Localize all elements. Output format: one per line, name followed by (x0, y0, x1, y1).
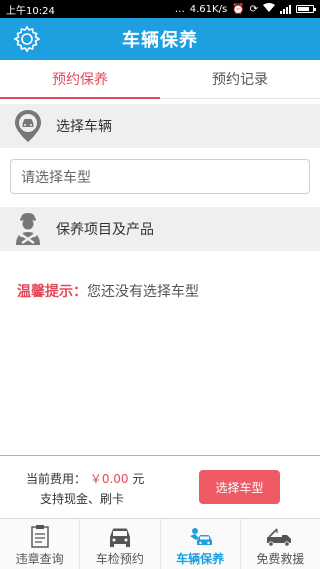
status-time: 上午10:24 (6, 5, 55, 17)
nav-item-violation-query[interactable]: 违章查询 (0, 519, 81, 569)
tab-book-maintenance[interactable]: 预约保养 (0, 60, 160, 99)
tab-bar: 预约保养 预约记录 (0, 60, 320, 99)
nav-item-inspection-booking[interactable]: 车检预约 (80, 519, 161, 569)
current-fee: 当前费用： ￥0.00 元 (26, 470, 144, 487)
wifi-icon (263, 2, 275, 16)
nav-item-free-rescue[interactable]: 免费救援 (241, 519, 320, 569)
sync-icon: ⟳ (249, 3, 258, 15)
mechanic-icon (16, 213, 40, 245)
tow-truck-icon (267, 528, 292, 547)
car-model-placeholder: 请选择车型 (21, 169, 91, 186)
fee-unit: 元 (132, 472, 145, 486)
battery-icon (296, 5, 316, 13)
bottom-nav: 违章查询 车检预约 车辆保养 免费救援 (0, 518, 320, 569)
select-car-model-button[interactable]: 选择车型 (199, 470, 280, 504)
payment-methods: 支持现金、刷卡 (40, 492, 125, 506)
section-label: 保养项目及产品 (56, 222, 154, 238)
nav-label: 免费救援 (256, 552, 305, 566)
status-speed: 4.61K/s (189, 3, 228, 15)
car-location-icon (15, 110, 41, 142)
nav-label: 违章查询 (15, 552, 64, 566)
car-model-select[interactable]: 请选择车型 (10, 159, 310, 194)
tip-text: 您还没有选择车型 (87, 284, 199, 300)
nav-label: 车辆保养 (176, 552, 225, 566)
signal-icon (280, 4, 291, 14)
fee-label: 当前费用： (26, 472, 87, 486)
warm-tip: 温馨提示：您还没有选择车型 (17, 281, 199, 301)
tip-label: 温馨提示： (17, 284, 87, 300)
page-title: 车辆保养 (122, 30, 198, 51)
nav-item-car-maintenance[interactable]: 车辆保养 (161, 519, 241, 569)
tab-booking-records[interactable]: 预约记录 (160, 60, 320, 98)
fee-amount: ￥0.00 (89, 472, 129, 486)
status-dots: … (174, 3, 185, 15)
car-maintenance-icon (190, 528, 213, 545)
nav-label: 车检预约 (95, 552, 144, 566)
gear-icon[interactable] (12, 24, 42, 54)
fee-bar: 当前费用： ￥0.00 元 支持现金、刷卡 选择车型 (0, 456, 320, 518)
section-select-car: 选择车辆 (0, 104, 320, 148)
alarm-icon: ⏰ (232, 3, 245, 15)
title-bar: 车辆保养 (0, 18, 320, 60)
car-front-icon (109, 528, 130, 547)
section-maintenance-items: 保养项目及产品 (0, 207, 320, 251)
section-label: 选择车辆 (56, 119, 112, 135)
document-icon (30, 525, 49, 548)
status-bar: 上午10:24 … 4.61K/s ⏰ ⟳ (0, 0, 320, 18)
